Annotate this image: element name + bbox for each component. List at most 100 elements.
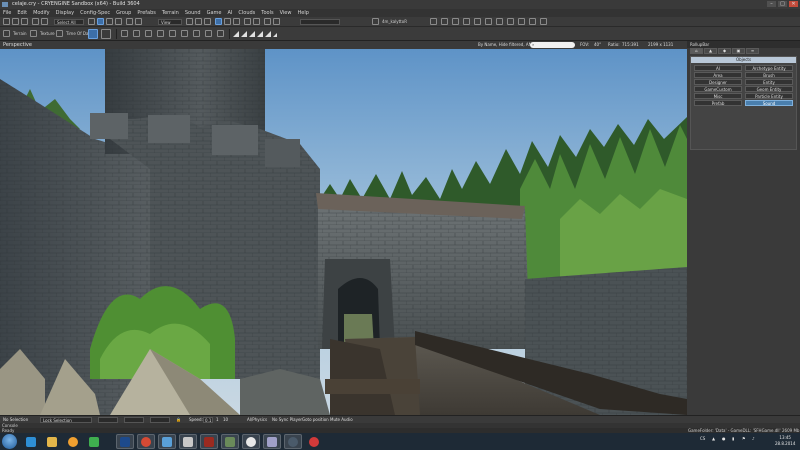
menu-game[interactable]: Game <box>207 10 222 16</box>
unlink-icon[interactable] <box>135 18 142 25</box>
file-manager-icon[interactable] <box>221 434 239 449</box>
menu-terrain[interactable]: Terrain <box>162 10 179 16</box>
modelling-tab-icon[interactable]: ◆ <box>718 48 731 54</box>
menu-ai[interactable]: AI <box>227 10 232 16</box>
view-combo[interactable]: View <box>158 19 182 25</box>
search-filter-label[interactable]: By Name, Hide filtered, AND <box>478 42 535 47</box>
material-icon[interactable] <box>430 18 437 25</box>
physics-icon[interactable] <box>273 18 280 25</box>
menu-display[interactable]: Display <box>56 10 74 16</box>
menu-config-spec[interactable]: Config-Spec <box>80 10 110 16</box>
menu-prefabs[interactable]: Prefabs <box>137 10 156 16</box>
particle-entity-button[interactable]: Particle Entity <box>745 93 793 99</box>
itunes-icon[interactable] <box>263 434 281 449</box>
time-of-day-icon[interactable] <box>56 30 63 37</box>
misc-button[interactable]: Misc <box>694 93 742 99</box>
edit-mode-b-icon[interactable] <box>101 29 111 39</box>
start-button[interactable] <box>2 434 17 449</box>
texture-icon[interactable] <box>30 30 37 37</box>
ai-button[interactable]: AI <box>694 65 742 71</box>
search-input[interactable]: ⌕ <box>530 42 575 48</box>
brush-button[interactable]: Brush <box>745 72 793 78</box>
perspective-viewport[interactable] <box>0 49 687 415</box>
ui-editor-icon[interactable] <box>507 18 514 25</box>
prefab-button[interactable]: Prefab <box>694 100 742 106</box>
magnet-icon[interactable] <box>244 18 251 25</box>
media-icon[interactable] <box>85 434 103 449</box>
undo-icon[interactable] <box>32 18 39 25</box>
ratio-value[interactable]: 715:391 <box>622 42 639 47</box>
geom-entity-button[interactable]: Geom Entity <box>745 86 793 92</box>
menu-file[interactable]: File <box>3 10 11 16</box>
new-file-icon[interactable] <box>3 18 10 25</box>
steam-icon[interactable] <box>284 434 302 449</box>
sound-button[interactable]: Sound <box>745 100 793 106</box>
axis-z-icon[interactable] <box>204 18 211 25</box>
snap-grid-icon[interactable] <box>233 18 240 25</box>
brush-shapes-icon[interactable] <box>233 30 277 38</box>
grid-size-combo[interactable] <box>300 19 340 25</box>
menu-view[interactable]: View <box>280 10 292 16</box>
fov-value[interactable]: 40° <box>594 42 601 47</box>
character-icon[interactable] <box>496 18 503 25</box>
mirror-icon[interactable] <box>181 30 188 37</box>
menu-clouds[interactable]: Clouds <box>238 10 255 16</box>
smart-objects-icon[interactable] <box>518 18 525 25</box>
scale-icon[interactable] <box>115 18 122 25</box>
gamecustom-button[interactable]: GameCustom <box>694 86 742 92</box>
media-player-icon[interactable] <box>64 434 82 449</box>
tray-lang[interactable]: CS <box>700 436 705 441</box>
resolution-value[interactable]: 2199 x 1131 <box>648 42 673 47</box>
menu-edit[interactable]: Edit <box>17 10 27 16</box>
close-button[interactable]: ✕ <box>789 1 798 7</box>
link-icon[interactable] <box>126 18 133 25</box>
tray-flag-icon[interactable]: ⚑ <box>742 436 746 441</box>
ruler-icon[interactable] <box>253 18 260 25</box>
maximize-button[interactable]: □ <box>778 1 787 7</box>
snap-edge-icon[interactable] <box>145 30 152 37</box>
terrain-tab-icon[interactable]: ▲ <box>704 48 717 54</box>
viewport-label[interactable]: Perspective <box>3 42 32 48</box>
gear-icon[interactable] <box>121 30 128 37</box>
transform-icon[interactable] <box>193 30 200 37</box>
taskbar-clock[interactable]: 13:45 28.8.2014 <box>775 435 795 447</box>
menu-help[interactable]: Help <box>297 10 308 16</box>
console-icon[interactable] <box>529 18 536 25</box>
move-icon[interactable] <box>97 18 104 25</box>
archetype-entity-button[interactable]: Archetype Entity <box>745 65 793 71</box>
tray-arrow-icon[interactable]: ▲ <box>712 436 715 441</box>
save-icon[interactable] <box>21 18 28 25</box>
align-icon[interactable] <box>169 30 176 37</box>
select-icon[interactable] <box>88 18 95 25</box>
select-all-combo[interactable]: Select All <box>54 19 84 25</box>
minimize-button[interactable]: – <box>767 1 776 7</box>
app-icon[interactable] <box>158 434 176 449</box>
layer-icon[interactable] <box>372 18 379 25</box>
menu-group[interactable]: Group <box>116 10 131 16</box>
cryengine-icon[interactable] <box>179 434 197 449</box>
axis-y-icon[interactable] <box>195 18 202 25</box>
eye-icon[interactable] <box>242 434 260 449</box>
explorer-folder-icon[interactable] <box>43 434 61 449</box>
opera-icon[interactable] <box>305 434 323 449</box>
explorer-icon[interactable] <box>22 434 40 449</box>
menu-modify[interactable]: Modify <box>33 10 50 16</box>
photoshop-icon[interactable] <box>116 434 134 449</box>
display-tab-icon[interactable]: ▣ <box>732 48 745 54</box>
lens-flare-icon[interactable] <box>474 18 481 25</box>
snap-face-icon[interactable] <box>157 30 164 37</box>
dota-icon[interactable] <box>200 434 218 449</box>
flowgraph-icon[interactable] <box>452 18 459 25</box>
axis-xy-icon[interactable] <box>215 18 222 25</box>
terrain-snap-icon[interactable] <box>224 18 231 25</box>
axis-x-icon[interactable] <box>186 18 193 25</box>
vegetation-icon[interactable] <box>540 18 547 25</box>
menu-sound[interactable]: Sound <box>185 10 201 16</box>
redo-icon[interactable] <box>41 18 48 25</box>
area-button[interactable]: Area <box>694 72 742 78</box>
menu-tools[interactable]: Tools <box>261 10 273 16</box>
track-view-icon[interactable] <box>463 18 470 25</box>
open-file-icon[interactable] <box>12 18 19 25</box>
edit-mode-a-icon[interactable] <box>88 29 98 39</box>
camera-icon[interactable] <box>264 18 271 25</box>
